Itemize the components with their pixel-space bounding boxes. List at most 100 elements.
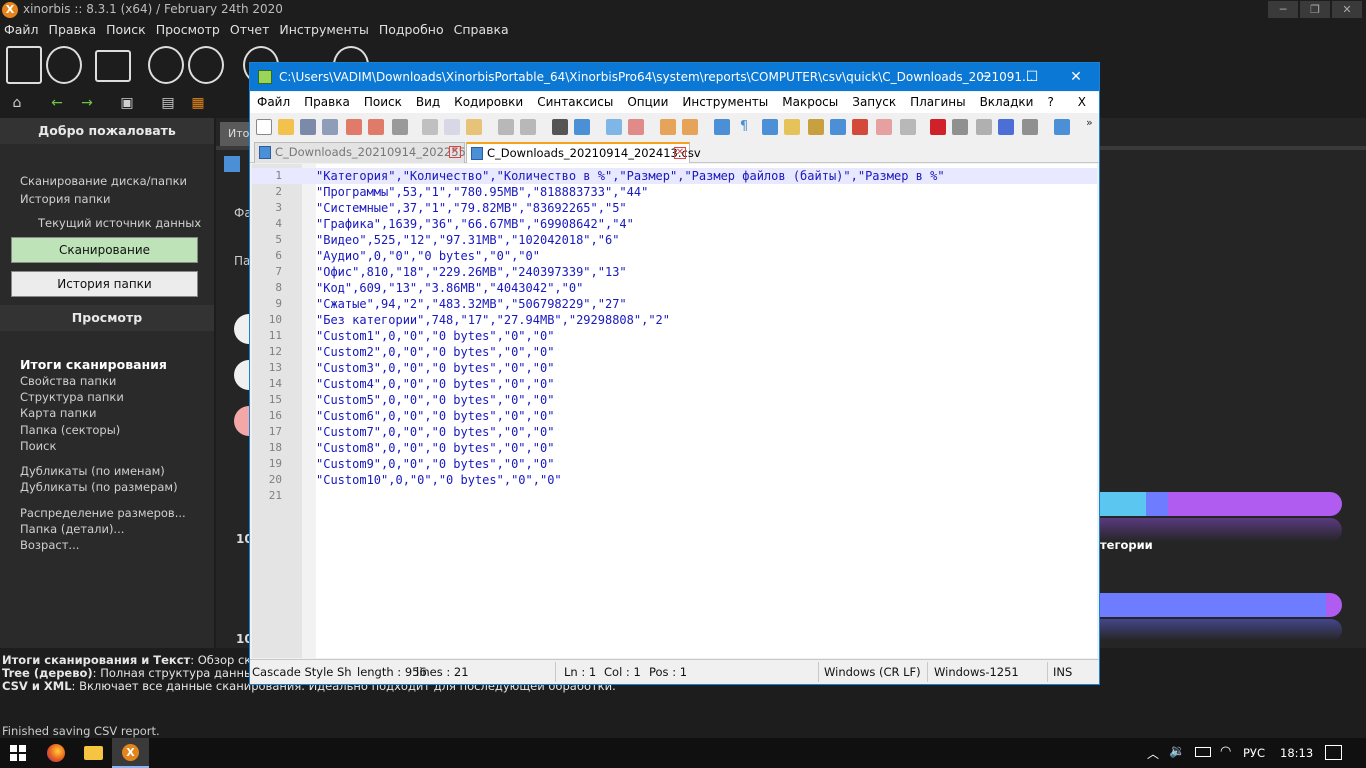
editor-line[interactable]: 7 "Офис",810,"18","229.26MB","240397339",… (252, 264, 1097, 280)
new-file-icon[interactable] (256, 119, 272, 135)
sidebar-item-folder-map[interactable]: Карта папки (20, 406, 96, 420)
close-file-icon[interactable] (346, 119, 362, 135)
save-macro-icon[interactable] (1022, 119, 1038, 135)
menu-encoding[interactable]: Кодировки (447, 92, 530, 113)
network-icon[interactable]: ◠ (1220, 744, 1231, 759)
editor-line[interactable]: 21 (252, 488, 1097, 504)
sidebar-item-duplicates-sizes[interactable]: Дубликаты (по размерам) (20, 480, 178, 494)
cloud-upload-icon[interactable] (148, 46, 184, 84)
menu-view[interactable]: Просмотр (152, 20, 226, 40)
menu-search[interactable]: Поиск (357, 92, 409, 113)
sidebar-item-scan-summary[interactable]: Итоги сканирования (20, 357, 167, 372)
sidebar-item-folder-properties[interactable]: Свойства папки (20, 374, 116, 388)
run-macro-multiple-icon[interactable] (998, 119, 1014, 135)
lock-icon[interactable]: ▣ (119, 96, 135, 110)
redo-icon[interactable] (520, 119, 536, 135)
file-explorer-icon[interactable] (84, 746, 103, 760)
minimize-button[interactable]: ─ (1268, 1, 1298, 18)
open-file-icon[interactable] (278, 119, 294, 135)
plugin-icon[interactable] (1054, 119, 1070, 135)
sidebar-item-folder-structure[interactable]: Структура папки (20, 390, 124, 404)
close-button[interactable]: ✕ (1053, 63, 1099, 91)
folder-history-button[interactable]: История папки (11, 271, 198, 297)
sidebar-item-size-distribution[interactable]: Распределение размеров... (20, 506, 186, 520)
tab-close-icon[interactable]: ✕ (674, 147, 686, 159)
play-macro-icon[interactable] (976, 119, 992, 135)
menu-edit[interactable]: Правка (45, 20, 103, 40)
menu-language[interactable]: Синтаксисы (530, 92, 620, 113)
zoom-out-icon[interactable] (628, 119, 644, 135)
scan-button[interactable]: Сканирование (11, 237, 198, 263)
stop-macro-icon[interactable] (952, 119, 968, 135)
indent-guide-icon[interactable] (762, 119, 778, 135)
menu-file[interactable]: Файл (0, 20, 45, 40)
save-icon[interactable] (300, 119, 316, 135)
menu-file[interactable]: Файл (250, 92, 297, 113)
input-language[interactable]: РУС (1243, 746, 1265, 760)
editor-line[interactable]: 4 "Графика",1639,"36","66.67MB","69908642… (252, 216, 1097, 232)
menu-plugins[interactable]: Плагины (903, 92, 972, 113)
menu-help[interactable]: Справка (450, 20, 515, 40)
sync-vertical-icon[interactable] (660, 119, 676, 135)
volume-icon[interactable]: 🔉 (1169, 744, 1185, 759)
close-all-icon[interactable] (368, 119, 384, 135)
editor-line[interactable]: 12 "Custom2",0,"0","0 bytes","0","0" (252, 344, 1097, 360)
editor-line[interactable]: 15 "Custom5",0,"0","0 bytes","0","0" (252, 392, 1097, 408)
sidebar-item-folder-details[interactable]: Папка (детали)... (20, 522, 124, 536)
toolbar-overflow-icon[interactable]: » (1086, 116, 1093, 129)
cut-icon[interactable] (422, 119, 438, 135)
editor-line[interactable]: 3 "Системные",37,"1","79.82MB","83692265"… (252, 200, 1097, 216)
menu-report[interactable]: Отчет (226, 20, 275, 40)
menu-help[interactable]: ? (1040, 92, 1060, 113)
sidebar-item-duplicates-names[interactable]: Дубликаты (по именам) (20, 464, 165, 478)
doc-list-icon[interactable] (830, 119, 846, 135)
sidebar-item-folder-sectors[interactable]: Папка (секторы) (20, 423, 120, 437)
sidebar-item-search[interactable]: Поиск (20, 439, 56, 453)
windows-start-icon[interactable] (10, 745, 26, 761)
find-icon[interactable] (552, 119, 568, 135)
notifications-icon[interactable] (1325, 745, 1342, 760)
back-arrow-icon[interactable]: ← (49, 96, 65, 110)
save-icon[interactable] (224, 156, 240, 172)
sidebar-item-age[interactable]: Возраст... (20, 538, 79, 552)
sync-horizontal-icon[interactable] (682, 119, 698, 135)
tab-close-icon[interactable]: ✕ (449, 146, 461, 158)
show-all-chars-icon[interactable]: ¶ (736, 119, 752, 135)
editor-line[interactable]: 19 "Custom9",0,"0","0 bytes","0","0" (252, 456, 1097, 472)
restore-button[interactable]: ❐ (1300, 1, 1330, 18)
xinorbis-taskbar-button[interactable]: X (112, 738, 149, 768)
editor-line[interactable]: 14 "Custom4",0,"0","0 bytes","0","0" (252, 376, 1097, 392)
monitoring-icon[interactable] (900, 119, 916, 135)
folder-icon[interactable] (95, 50, 131, 82)
editor-line[interactable]: 20 "Custom10",0,"0","0 bytes","0","0" (252, 472, 1097, 488)
undo-icon[interactable] (498, 119, 514, 135)
menu-run[interactable]: Запуск (845, 92, 903, 113)
menu-tools[interactable]: Инструменты (675, 92, 775, 113)
folder-workspace-icon[interactable] (876, 119, 892, 135)
sidebar-item-scan-disk[interactable]: Сканирование диска/папки (20, 174, 187, 188)
clock[interactable]: 18:13 (1280, 746, 1313, 760)
menu-details[interactable]: Подробно (375, 20, 450, 40)
menu-window[interactable]: Вкладки (973, 92, 1041, 113)
editor-line[interactable]: 5 "Видео",525,"12","97.31MB","102042018",… (252, 232, 1097, 248)
sidebar-item-folder-history[interactable]: История папки (20, 192, 111, 206)
word-wrap-icon[interactable] (714, 119, 730, 135)
forward-arrow-icon[interactable]: → (79, 96, 95, 110)
text-editor[interactable]: 1 "Категория","Количество","Количество в … (252, 164, 1097, 658)
editor-line[interactable]: 8 "Код",609,"13","3.86MB","4043042","0" (252, 280, 1097, 296)
doc-map-icon[interactable] (808, 119, 824, 135)
tab-csv-file[interactable]: C_Downloads_20210914_202413.csv ✕ (466, 142, 701, 163)
tab-txt-file[interactable]: C_Downloads_20210914_202255.txt ✕ (254, 142, 485, 163)
editor-line[interactable]: 18 "Custom8",0,"0","0 bytes","0","0" (252, 440, 1097, 456)
replace-icon[interactable] (574, 119, 590, 135)
firefox-icon[interactable] (47, 744, 65, 762)
chevron-up-icon[interactable]: ︿ (1147, 745, 1159, 762)
record-macro-icon[interactable] (930, 119, 946, 135)
cloud-icon[interactable] (188, 46, 224, 84)
zoom-in-icon[interactable] (606, 119, 622, 135)
udl-icon[interactable] (784, 119, 800, 135)
minimize-button[interactable]: ─ (963, 63, 1009, 91)
editor-line[interactable]: 17 "Custom7",0,"0","0 bytes","0","0" (252, 424, 1097, 440)
menu-view[interactable]: Вид (409, 92, 447, 113)
print-icon[interactable] (392, 119, 408, 135)
